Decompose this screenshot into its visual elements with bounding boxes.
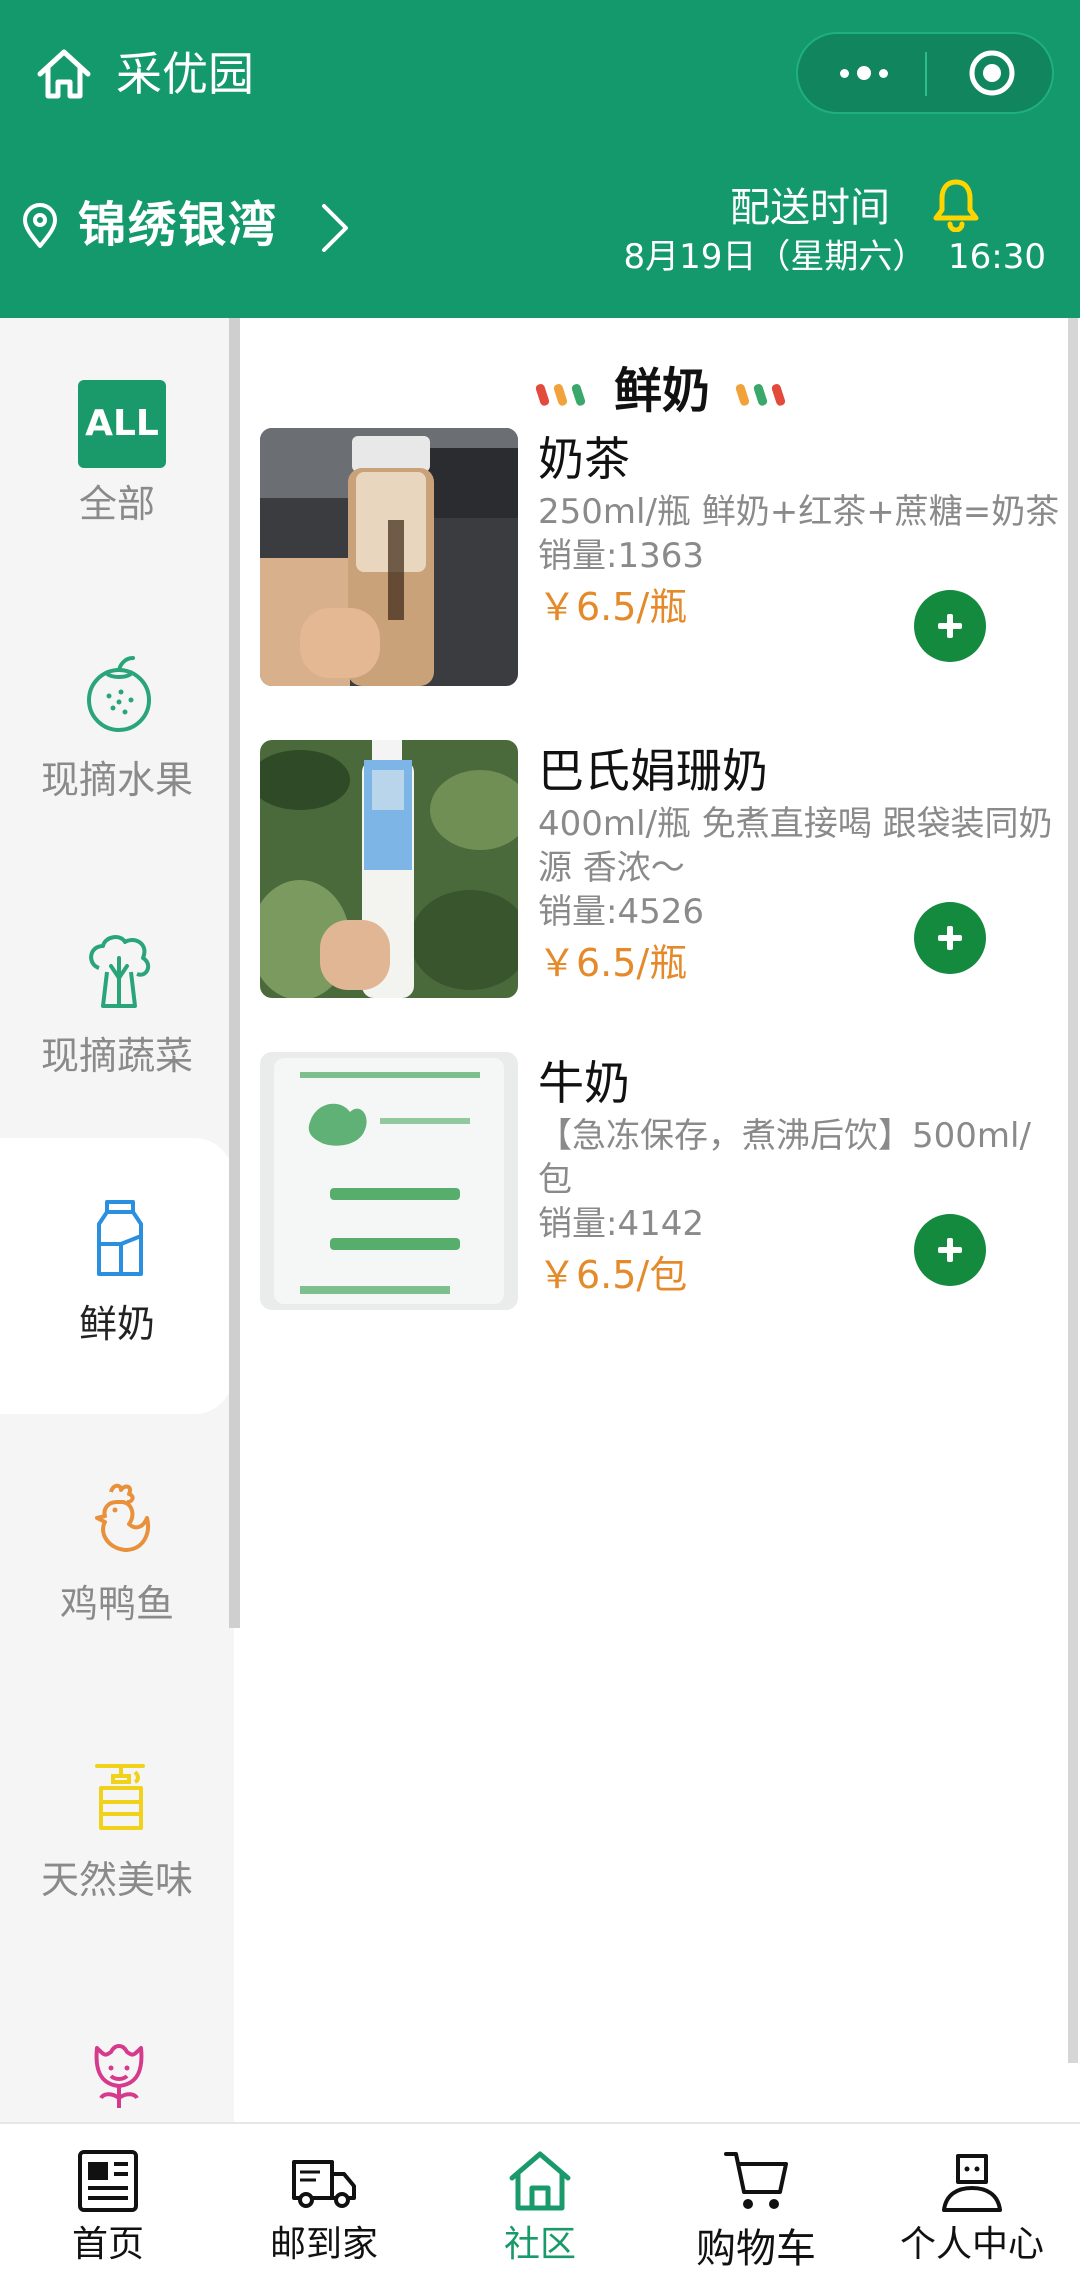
category-label: 鲜奶 bbox=[78, 1302, 155, 1346]
bell-icon[interactable] bbox=[930, 176, 982, 232]
tab-community[interactable]: 社区 bbox=[432, 2124, 648, 2292]
product-item[interactable]: 牛奶 【急冻保存，煮沸后饮】500ml/包 销量:4142 ￥6.5/包 bbox=[260, 1052, 1060, 1314]
product-description: 【急冻保存，煮沸后饮】500ml/包 bbox=[538, 1116, 1031, 1200]
product-name: 奶茶 bbox=[538, 432, 630, 486]
product-description: 400ml/瓶 免煮直接喝 跟袋装同奶源 香浓～ bbox=[538, 804, 1053, 888]
product-sales: 销量:1363 bbox=[538, 536, 704, 576]
title-decoration-icon bbox=[735, 384, 786, 406]
location-pin-icon bbox=[23, 203, 57, 248]
flower-icon bbox=[94, 2044, 144, 2108]
tab-label: 首页 bbox=[71, 2224, 144, 2265]
category-vegetable[interactable]: 现摘蔬菜 bbox=[0, 870, 234, 1146]
truck-icon bbox=[292, 2160, 356, 2208]
product-description: 250ml/瓶 鲜奶+红茶+蔗糖=奶茶 bbox=[538, 492, 1060, 532]
news-icon bbox=[78, 2150, 138, 2212]
tab-cart[interactable]: 购物车 bbox=[648, 2124, 864, 2292]
category-fruit[interactable]: 现摘水果 bbox=[0, 594, 234, 870]
vegetable-icon bbox=[89, 935, 151, 1008]
tab-profile[interactable]: 个人中心 bbox=[864, 2124, 1080, 2292]
sidebar-scrollbar[interactable] bbox=[229, 318, 240, 1628]
section-header: 鲜奶 bbox=[244, 338, 1066, 438]
home-icon[interactable] bbox=[34, 44, 94, 104]
tab-label: 购物车 bbox=[696, 2226, 816, 2272]
add-to-cart-button[interactable] bbox=[914, 590, 986, 662]
header-bar: 采优园 锦绣银湾 配送时间 8月19日（星期六） 16:30 bbox=[0, 0, 1080, 318]
category-label: 现摘水果 bbox=[40, 758, 193, 802]
section-title: 鲜奶 bbox=[613, 363, 710, 419]
honey-icon bbox=[95, 1764, 145, 1830]
add-to-cart-button[interactable] bbox=[914, 1214, 986, 1286]
user-icon bbox=[942, 2154, 1002, 2212]
product-price: ￥6.5/包 bbox=[538, 1253, 688, 1297]
more-icon[interactable] bbox=[828, 34, 900, 112]
all-badge-icon: ALL bbox=[78, 380, 166, 468]
bottom-tab-bar: 首页 邮到家 社区 购物车 个人中心 bbox=[0, 2122, 1080, 2292]
tab-home[interactable]: 首页 bbox=[0, 2124, 216, 2292]
product-name: 巴氏娟珊奶 bbox=[538, 744, 768, 798]
category-all[interactable]: ALL 全部 bbox=[0, 318, 234, 594]
category-natural-food[interactable]: 天然美味 bbox=[0, 1694, 234, 1970]
app-title: 采优园 bbox=[116, 47, 254, 101]
add-to-cart-button[interactable] bbox=[914, 902, 986, 974]
milk-icon bbox=[97, 1200, 143, 1276]
mini-program-capsule bbox=[796, 32, 1054, 114]
product-image[interactable] bbox=[260, 1052, 518, 1310]
tab-label: 社区 bbox=[503, 2224, 576, 2265]
capsule-divider bbox=[925, 52, 927, 96]
delivery-time-label: 配送时间 bbox=[730, 185, 890, 231]
cart-icon bbox=[724, 2152, 788, 2209]
chevron-right-icon[interactable] bbox=[318, 200, 352, 256]
category-label: 鸡鸭鱼 bbox=[59, 1582, 174, 1626]
product-image[interactable] bbox=[260, 740, 518, 998]
delivery-time-value: 8月19日（星期六） 16:30 bbox=[623, 237, 1047, 277]
product-price: ￥6.5/瓶 bbox=[538, 585, 688, 629]
category-label: 现摘蔬菜 bbox=[40, 1034, 193, 1078]
category-poultry-fish[interactable]: 鸡鸭鱼 bbox=[0, 1418, 234, 1694]
product-item[interactable]: 巴氏娟珊奶 400ml/瓶 免煮直接喝 跟袋装同奶源 香浓～ 销量:4526 ￥… bbox=[260, 740, 1060, 1002]
category-label: 全部 bbox=[78, 482, 155, 526]
location-selector[interactable]: 锦绣银湾 bbox=[78, 190, 278, 260]
product-name: 牛奶 bbox=[538, 1056, 630, 1110]
product-sales: 销量:4526 bbox=[538, 892, 704, 932]
product-sales: 销量:4142 bbox=[538, 1204, 704, 1244]
list-scrollbar[interactable] bbox=[1068, 318, 1078, 2063]
category-milk[interactable]: 鲜奶 bbox=[0, 1138, 234, 1414]
category-flower[interactable] bbox=[0, 1970, 234, 2122]
product-price: ￥6.5/瓶 bbox=[538, 941, 688, 985]
tab-label: 个人中心 bbox=[899, 2224, 1044, 2265]
tab-label: 邮到家 bbox=[269, 2224, 378, 2265]
product-item[interactable]: 奶茶 250ml/瓶 鲜奶+红茶+蔗糖=奶茶 销量:1363 ￥6.5/瓶 bbox=[260, 428, 1060, 690]
tab-mail-home[interactable]: 邮到家 bbox=[216, 2124, 432, 2292]
product-list: 鲜奶 奶茶 250ml/瓶 鲜奶+红茶+蔗糖=奶茶 销量:1363 ￥6.5/瓶 bbox=[244, 318, 1066, 2122]
community-home-icon bbox=[509, 2151, 571, 2211]
close-target-icon[interactable] bbox=[966, 47, 1018, 99]
product-image[interactable] bbox=[260, 428, 518, 686]
rooster-icon bbox=[95, 1483, 150, 1552]
title-decoration-icon bbox=[535, 384, 586, 406]
category-label: 天然美味 bbox=[40, 1858, 193, 1902]
fruit-icon bbox=[87, 656, 151, 732]
category-sidebar: ALL 全部 现摘水果 现摘蔬菜 鲜奶 鸡鸭鱼 天然美味 bbox=[0, 318, 234, 2122]
